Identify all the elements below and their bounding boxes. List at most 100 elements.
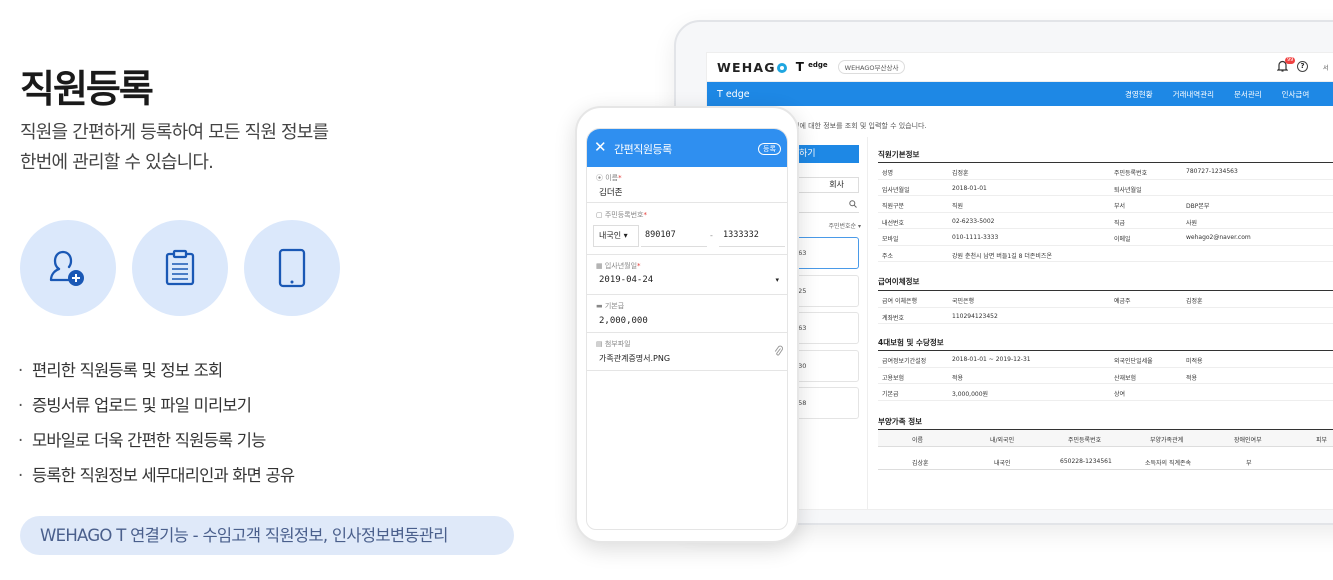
dependents-row[interactable]: 김상훈 내국인 650228-1234561 소득자의 직계존속 부 xyxy=(878,453,1333,470)
label-text: 입사년월일 xyxy=(604,262,638,270)
nav-item[interactable]: 경영현황 xyxy=(1125,89,1153,100)
register-button[interactable]: 등록 xyxy=(758,143,781,155)
header-user[interactable]: 서 xyxy=(1323,63,1329,72)
field-label: 고용보험 xyxy=(882,374,905,382)
field-value[interactable]: 국민은행 xyxy=(952,296,974,305)
field-label: 부서 xyxy=(1114,203,1126,210)
section-title: 4대보험 및 수당정보 xyxy=(878,338,944,347)
form-row: 성명 김정훈 주민등록번호 780727-1234563 xyxy=(878,163,1333,180)
tab-company[interactable]: 회사 xyxy=(793,177,859,193)
employee-detail: 직원기본정보 성명 김정훈 주민등록번호 780727-1234563 입사년월일 201… xyxy=(867,137,1333,509)
form-row: 입사년월일 2018-01-01 퇴사년월일 xyxy=(878,180,1333,196)
attachment-field[interactable]: ▤ 첨부파일 가족관계증명서.PNG xyxy=(587,333,787,371)
salary-field[interactable]: ▬ 기본급 2,000,000 xyxy=(587,295,787,333)
field-value[interactable]: 02-6233-5002 xyxy=(952,218,995,225)
field-label: 내선번호 xyxy=(882,219,905,227)
module-bar: T edge 경영현황 거래내역관리 문서관리 인사급여 xyxy=(707,82,1333,106)
column-header: 장애인여부 xyxy=(1234,437,1262,444)
field-label: 직급 xyxy=(1114,219,1126,227)
field-value[interactable]: 김정훈 xyxy=(1186,296,1203,305)
laptop-screen: WEHAG T edge WEHAGO부산상사 99 ? 서 T edge 경영… xyxy=(706,52,1333,510)
section-title: 급여이체정보 xyxy=(878,277,920,286)
bullet-mark: · xyxy=(18,361,23,380)
name-field[interactable]: ⦿ 이름* 김더존 xyxy=(587,167,787,203)
paperclip-icon[interactable] xyxy=(774,345,783,357)
tedge-edge: edge xyxy=(808,61,828,69)
field-value[interactable]: 3,000,000원 xyxy=(952,389,988,398)
nav-item[interactable]: 문서관리 xyxy=(1234,89,1262,100)
feature-text: 증빙서류 업로드 및 파일 미리보기 xyxy=(32,396,252,415)
desc-line-2: 한번에 관리할 수 있습니다. xyxy=(20,152,214,173)
register-list-button[interactable]: 하기 xyxy=(793,145,859,163)
field-label: 기본급 xyxy=(882,391,899,398)
form-row: 고용보험 적용 산재보험 적용 xyxy=(878,368,1333,384)
search-icon[interactable] xyxy=(849,200,857,208)
rrn-dash: - xyxy=(710,231,713,240)
field-value[interactable]: DBP본부 xyxy=(1186,201,1209,210)
salary-label: ▬ 기본급 xyxy=(596,302,625,310)
table-cell: 소득자의 직계존속 xyxy=(1145,460,1192,467)
column-header: 주민등록번호 xyxy=(1068,437,1102,444)
field-label: 퇴사년월일 xyxy=(1114,186,1142,194)
field-value[interactable]: 2018-01-01 xyxy=(952,185,987,192)
module-nav: 경영현황 거래내역관리 문서관리 인사급여 xyxy=(1125,82,1309,106)
sort-selector[interactable]: 주민번호순 ▾ xyxy=(793,221,861,230)
close-icon[interactable]: ✕ xyxy=(594,138,607,156)
list-search[interactable] xyxy=(793,197,859,213)
feature-add-user xyxy=(20,220,116,316)
field-label: 계좌번호 xyxy=(882,314,905,322)
field-value[interactable]: 김정훈 xyxy=(952,168,969,177)
label-text: 기본급 xyxy=(604,302,625,310)
phone-title: 간편직원등록 xyxy=(614,143,672,156)
table-cell: 650228-1234561 xyxy=(1060,458,1112,465)
rrn-back-input[interactable]: 1333332 xyxy=(719,225,785,247)
employee-card[interactable]: 563 xyxy=(793,312,859,344)
field-value[interactable]: 적용 xyxy=(1186,373,1197,382)
field-label: 직원구분 xyxy=(882,203,905,210)
field-label: 상여 xyxy=(1114,391,1126,398)
tedge-logo: T edge xyxy=(796,60,828,74)
help-icon[interactable]: ? xyxy=(1297,61,1308,72)
field-value[interactable]: 적용 xyxy=(952,373,963,382)
bullet-mark: · xyxy=(18,396,23,415)
employee-card[interactable]: 558 xyxy=(793,387,859,419)
field-value[interactable]: 010-1111-3333 xyxy=(952,234,998,241)
table-cell: 김상훈 xyxy=(912,460,929,467)
field-value[interactable]: 110294123452 xyxy=(952,313,998,320)
field-value[interactable]: wehago2@naver.com xyxy=(1186,234,1251,241)
company-selector[interactable]: WEHAGO부산상사 xyxy=(837,60,906,74)
field-value[interactable]: 강원 춘천시 남면 버들1길 8 더존비즈온 xyxy=(952,251,1052,260)
attachment-value: 가족관계증명서.PNG xyxy=(599,354,671,363)
logo-text: WEHAG xyxy=(717,59,776,75)
form-row: 기본급 3,000,000원 상여 xyxy=(878,384,1333,401)
employee-card[interactable]: 563 xyxy=(793,237,859,269)
employee-card[interactable]: 325 xyxy=(793,275,859,307)
nav-item[interactable]: 인사급여 xyxy=(1282,89,1310,100)
wehago-logo[interactable]: WEHAG xyxy=(717,60,788,75)
employee-card[interactable]: 230 xyxy=(793,350,859,382)
field-value[interactable]: 미적용 xyxy=(1186,356,1203,365)
page: 직원등록 직원을 간편하게 등록하여 모든 직원 정보를 한번에 관리할 수 있… xyxy=(0,0,1333,580)
module-title: T edge xyxy=(717,88,750,100)
field-value[interactable]: 사원 xyxy=(1186,218,1197,227)
required-mark: * xyxy=(618,174,622,182)
bullet-mark: · xyxy=(18,431,23,450)
form-row: 직원구분 직원 부서 DBP본부 xyxy=(878,196,1333,213)
feature-item: · 모바일로 더욱 간편한 직원등록 기능 xyxy=(18,426,294,461)
rrn-front-input[interactable]: 890107 xyxy=(641,225,707,247)
tedge-t: T xyxy=(795,60,804,74)
column-header: 부양가족관계 xyxy=(1150,437,1184,444)
mobile-icon xyxy=(278,248,306,288)
label-text: 주민등록번호 xyxy=(604,211,644,219)
form-row: 주소 강원 춘천시 남면 버들1길 8 더존비즈온 xyxy=(878,246,1333,262)
nationality-select[interactable]: 내국인 ▾ xyxy=(593,225,639,247)
feature-text: 모바일로 더욱 간편한 직원등록 기능 xyxy=(32,431,266,450)
nav-item[interactable]: 거래내역관리 xyxy=(1173,89,1214,100)
field-value[interactable]: 780727-1234563 xyxy=(1186,168,1238,175)
dropdown-icon[interactable]: ▾ xyxy=(775,276,779,284)
phone-header: ✕ 간편직원등록 등록 xyxy=(587,129,787,167)
join-date-field[interactable]: ▦ 입사년월일* 2019-04-24 ▾ xyxy=(587,255,787,295)
field-value[interactable]: 2018-01-01 ~ 2019-12-31 xyxy=(952,356,1031,363)
field-value[interactable]: 직원 xyxy=(952,201,963,210)
nationality-value: 내국인 xyxy=(599,231,622,240)
